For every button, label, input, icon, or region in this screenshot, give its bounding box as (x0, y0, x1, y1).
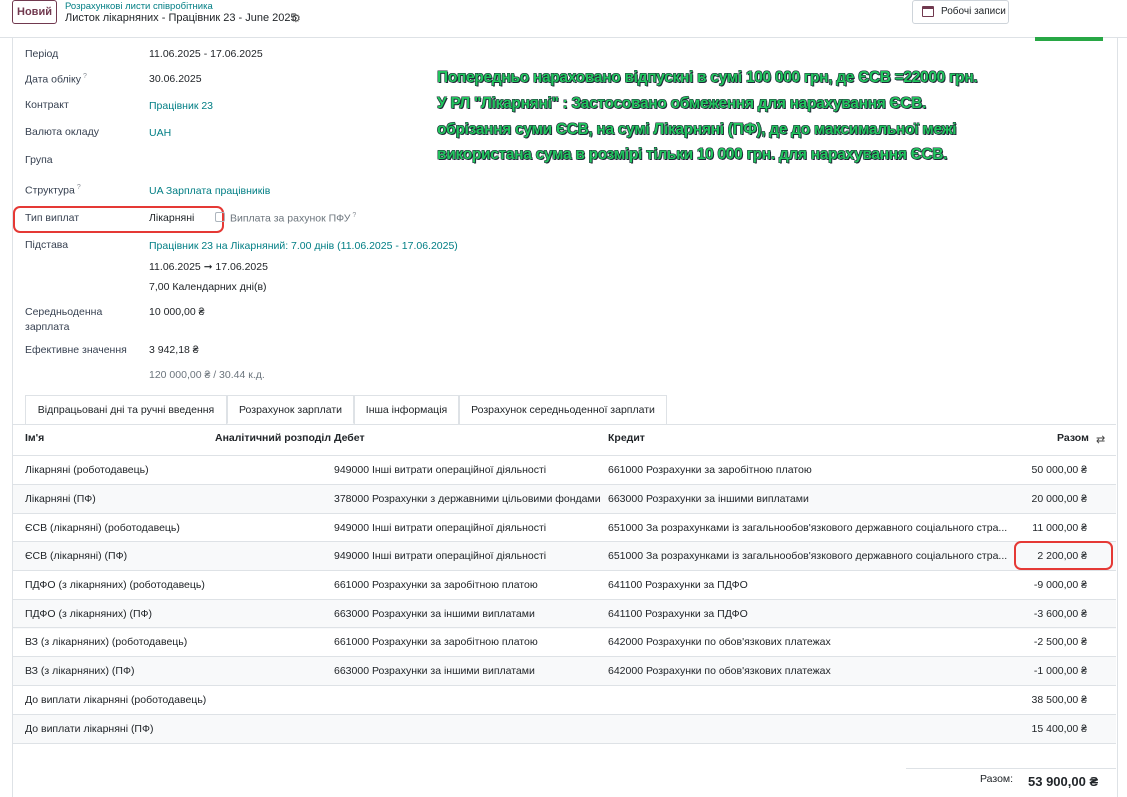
row-debit: 378000 Розрахунки з державними цільовими… (334, 493, 601, 505)
payment-type-value[interactable]: Лікарняні (149, 212, 194, 224)
row-name: До виплати лікарняні (ПФ) (25, 723, 154, 735)
breadcrumb-parent[interactable]: Розрахункові листи співробітника (65, 1, 213, 12)
row-credit: 642000 Розрахунки по обов'язкових платеж… (608, 636, 831, 648)
column-header-name[interactable]: Ім'я (25, 432, 44, 444)
amount-highlight (1014, 541, 1113, 570)
row-name: ЄСВ (лікарняні) (ПФ) (25, 550, 128, 562)
structure-link[interactable]: UA Зарплата працівників (149, 185, 270, 197)
effective-label: Ефективне значення (25, 344, 127, 356)
annotation-line-2: У РЛ "Лікарняні" : Застосовано обмеження… (437, 95, 927, 112)
status-ribbon (1035, 37, 1103, 41)
row-name: ВЗ (з лікарняних) (роботодавець) (25, 636, 188, 648)
gear-icon[interactable]: ⚙ (291, 12, 301, 25)
row-name: Лікарняні (роботодавець) (25, 464, 149, 476)
row-amount: 38 500,00 ₴ (1031, 694, 1087, 706)
record-title: Листок лікарняних - Працівник 23 - June … (65, 12, 297, 24)
row-amount: 11 000,00 ₴ (1032, 522, 1087, 534)
row-credit: 661000 Розрахунки за заробітною платою (608, 464, 812, 476)
contract-label: Контракт (25, 99, 69, 111)
row-debit: 663000 Розрахунки за іншими виплатами (334, 608, 535, 620)
work-entries-label: Робочі записи (941, 6, 1006, 17)
period-label: Період (25, 48, 59, 60)
annotation-line-3: обрізання суми ЄСВ, на сумі Лікарняні (П… (437, 121, 957, 138)
row-credit: 663000 Розрахунки за іншими виплатами (608, 493, 809, 505)
total-label: Разом: (980, 773, 1014, 785)
column-header-analytic[interactable]: Аналітичний розподіл (215, 432, 331, 444)
row-name: До виплати лікарняні (роботодавець) (25, 694, 207, 706)
annotation-line-4: використана сума в розмірі тільки 10 000… (437, 146, 948, 163)
tab-other-info[interactable]: Інша інформація (354, 395, 459, 424)
group-label: Група (25, 154, 53, 166)
tab-salary-computation[interactable]: Розрахунок зарплати (227, 395, 354, 424)
effective-value: 3 942,18 ₴ (149, 344, 199, 356)
basis-link[interactable]: Працівник 23 на Лікарняний: 7.00 днів (1… (149, 240, 458, 252)
row-amount: -1 000,00 ₴ (1033, 665, 1087, 677)
row-name: Лікарняні (ПФ) (25, 493, 96, 505)
row-amount: 15 400,00 ₴ (1031, 723, 1087, 735)
table-row[interactable]: ПДФО (з лікарняних) (ПФ) 663000 Розрахун… (13, 600, 1116, 629)
row-debit: 661000 Розрахунки за заробітною платою (334, 636, 538, 648)
row-credit: 651000 За розрахунками із загальнообов'я… (608, 550, 1008, 562)
currency-label: Валюта окладу (25, 126, 99, 138)
pfu-checkbox[interactable] (215, 212, 225, 222)
row-amount: 20 000,00 ₴ (1031, 493, 1087, 505)
pfu-label: Виплата за рахунок ПФУ? (230, 212, 357, 225)
effective-note: 120 000,00 ₴ / 30.44 к.д. (149, 369, 265, 381)
row-amount: -2 500,00 ₴ (1033, 636, 1087, 648)
row-debit: 949000 Інші витрати операційної діяльнос… (334, 522, 547, 534)
row-debit: 949000 Інші витрати операційної діяльнос… (334, 464, 547, 476)
accounting-date-value[interactable]: 30.06.2025 (149, 73, 202, 85)
table-row[interactable]: ВЗ (з лікарняних) (роботодавець) 661000 … (13, 628, 1116, 657)
row-divider (13, 743, 1116, 744)
work-entries-button[interactable]: Робочі записи (912, 0, 1009, 24)
tab-worked-days[interactable]: Відпрацьовані дні та ручні введення (25, 395, 227, 424)
column-options-icon[interactable]: ⇄ (1096, 433, 1105, 446)
total-divider (906, 768, 1116, 769)
row-debit: 663000 Розрахунки за іншими виплатами (334, 665, 535, 677)
row-debit: 949000 Інші витрати операційної діяльнос… (334, 550, 547, 562)
column-header-amount[interactable]: Разом (1057, 432, 1089, 444)
column-header-debit[interactable]: Дебет (334, 432, 365, 444)
basis-label: Підстава (25, 239, 69, 251)
calendar-icon (922, 6, 934, 17)
row-name: ЄСВ (лікарняні) (роботодавець) (25, 522, 180, 534)
currency-link[interactable]: UAH (149, 127, 171, 139)
annotation-line-1: Попередньо нараховано відпускні в сумі 1… (437, 69, 978, 86)
table-row[interactable]: ВЗ (з лікарняних) (ПФ) 663000 Розрахунки… (13, 657, 1116, 686)
row-amount: 50 000,00 ₴ (1031, 464, 1087, 476)
basis-days: 7,00 Календарних дні(в) (149, 281, 267, 293)
control-panel: Новий Розрахункові листи співробітника Л… (0, 0, 1127, 38)
tab-avg-salary[interactable]: Розрахунок середньоденної зарплати (459, 395, 667, 424)
basis-dates: 11.06.2025 ➞ 17.06.2025 (149, 261, 268, 273)
row-amount: -3 600,00 ₴ (1033, 608, 1087, 620)
table-row[interactable]: ЄСВ (лікарняні) (ПФ) 949000 Інші витрати… (13, 542, 1116, 571)
table-row[interactable]: ПДФО (з лікарняних) (роботодавець) 66100… (13, 571, 1116, 600)
row-name: ПДФО (з лікарняних) (роботодавець) (25, 579, 205, 591)
payment-type-label: Тип виплат (25, 212, 80, 224)
table-row[interactable]: Лікарняні (роботодавець) 949000 Інші вит… (13, 456, 1116, 485)
row-name: ПДФО (з лікарняних) (ПФ) (25, 608, 153, 620)
accounting-date-label: Дата обліку? (25, 73, 87, 86)
avg-salary-label-2: зарплата (25, 321, 70, 333)
row-credit: 641100 Розрахунки за ПДФО (608, 608, 748, 620)
avg-salary-label-1: Середньоденна (25, 306, 103, 318)
new-button[interactable]: Новий (12, 0, 57, 24)
table-row[interactable]: До виплати лікарняні (ПФ) 15 400,00 ₴ (13, 715, 1116, 744)
row-credit: 651000 За розрахунками із загальнообов'я… (608, 522, 1008, 534)
column-header-credit[interactable]: Кредит (608, 432, 645, 444)
structure-label: Структура? (25, 184, 81, 197)
avg-salary-value: 10 000,00 ₴ (149, 306, 205, 318)
table-row[interactable]: Лікарняні (ПФ) 378000 Розрахунки з держа… (13, 485, 1116, 514)
row-credit: 641100 Розрахунки за ПДФО (608, 579, 748, 591)
row-debit: 661000 Розрахунки за заробітною платою (334, 579, 538, 591)
row-name: ВЗ (з лікарняних) (ПФ) (25, 665, 135, 677)
row-credit: 642000 Розрахунки по обов'язкових платеж… (608, 665, 831, 677)
period-value[interactable]: 11.06.2025 - 17.06.2025 (149, 48, 263, 60)
table-row[interactable]: До виплати лікарняні (роботодавець) 38 5… (13, 686, 1116, 715)
contract-link[interactable]: Працівник 23 (149, 100, 213, 112)
table-row[interactable]: ЄСВ (лікарняні) (роботодавець) 949000 Ін… (13, 514, 1116, 543)
total-value: 53 900,00 ₴ (1028, 774, 1099, 789)
row-amount: -9 000,00 ₴ (1033, 579, 1087, 591)
